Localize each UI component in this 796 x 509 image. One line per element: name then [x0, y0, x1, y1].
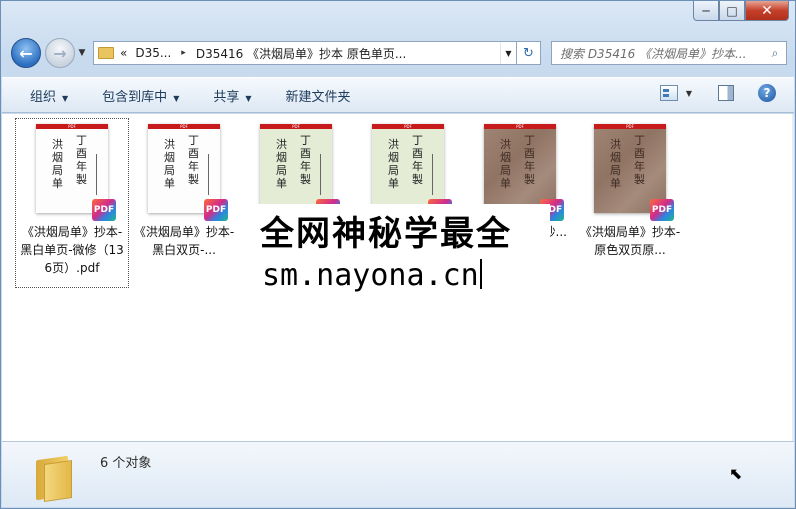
watermark-overlay: 全网神秘学最全 sm.nayona.cn: [250, 204, 550, 304]
pdf-header-bar: PDF: [484, 124, 556, 129]
thumbnail-title-text: 洪烟局单: [276, 138, 287, 190]
include-library-label: 包含到库中: [102, 89, 168, 105]
pdf-header-bar: PDF: [36, 124, 108, 129]
pdf-icon: PDF: [204, 199, 228, 221]
scrollbar-track[interactable]: [792, 114, 794, 441]
file-item[interactable]: PDF 洪烟局单 丁酉年製 PDF 《洪烟局单》抄本-原色双页原...: [574, 119, 686, 287]
breadcrumb-overflow[interactable]: «: [120, 46, 127, 60]
file-name[interactable]: 《洪烟局单》抄本-原色双页原...: [575, 223, 685, 259]
maximize-button[interactable]: □: [719, 1, 745, 21]
thumbnail-subtitle-text: 丁酉年製: [76, 134, 87, 186]
caret-down-icon: ▼: [245, 93, 252, 103]
address-dropdown[interactable]: ▼: [500, 42, 516, 64]
thumbnail-line: [96, 154, 97, 195]
pdf-icon: PDF: [650, 199, 674, 221]
share-label: 共享: [213, 89, 240, 105]
back-button[interactable]: ←: [11, 38, 41, 68]
thumbnail-subtitle-text: 丁酉年製: [188, 134, 199, 186]
thumbnail-line: [432, 154, 433, 195]
thumbnail-line: [320, 154, 321, 195]
thumbnail-title-text: 洪烟局单: [388, 138, 399, 190]
organize-label: 组织: [30, 89, 57, 105]
pdf-header-bar: PDF: [260, 124, 332, 129]
thumbnail-title-text: 洪烟局单: [500, 138, 511, 190]
minimize-button[interactable]: ─: [693, 1, 719, 21]
file-item[interactable]: PDF 洪烟局单 丁酉年製 PDF 《洪烟局单》抄本-黑白单页-微修（136页）…: [15, 118, 129, 288]
command-toolbar: 组织 ▼ 包含到库中 ▼ 共享 ▼ 新建文件夹 ▼ ?: [2, 77, 794, 113]
file-item[interactable]: PDF 洪烟局单 丁酉年製 PDF 《洪烟局单》抄本-黑白双页-...: [128, 119, 240, 287]
navigation-bar: ← → ▼ « D35... ▸ D35416 《洪烟局单》抄本 原色单页...…: [11, 37, 787, 69]
explorer-window: ─ □ ✕ ← → ▼ « D35... ▸ D35416 《洪烟局单》抄本 原…: [0, 0, 796, 509]
watermark-title: 全网神秘学最全: [260, 214, 512, 254]
text-cursor: [479, 259, 482, 289]
item-count: 6 个对象: [100, 456, 152, 471]
caret-down-icon: ▼: [62, 93, 69, 103]
file-name[interactable]: 《洪烟局单》抄本-黑白双页-...: [129, 223, 239, 259]
organize-menu[interactable]: 组织 ▼: [30, 86, 68, 105]
mouse-pointer-icon: ⬉: [729, 464, 743, 483]
pdf-header-bar: PDF: [594, 124, 666, 129]
watermark-url-text: sm.nayona.cn: [262, 258, 479, 293]
arrow-right-icon: →: [53, 43, 67, 63]
pdf-header-bar: PDF: [148, 124, 220, 129]
file-thumbnail: PDF 洪烟局单 丁酉年製 PDF: [594, 119, 674, 221]
folder-icon: [98, 47, 114, 59]
folder-icon: [36, 454, 76, 502]
help-icon[interactable]: ?: [758, 84, 776, 102]
file-thumbnail: PDF 洪烟局单 丁酉年製 PDF: [148, 119, 228, 221]
watermark-url: sm.nayona.cn: [262, 258, 482, 293]
thumbnail-subtitle-text: 丁酉年製: [634, 134, 645, 186]
refresh-icon: ↻: [523, 45, 534, 61]
chevron-right-icon[interactable]: ▸: [181, 48, 186, 58]
caret-down-icon: ▼: [173, 93, 180, 103]
thumbnail-title-text: 洪烟局单: [610, 138, 621, 190]
forward-button[interactable]: →: [45, 38, 75, 68]
search-icon[interactable]: ⌕: [764, 46, 786, 61]
history-dropdown[interactable]: ▼: [75, 48, 89, 58]
close-button[interactable]: ✕: [745, 1, 789, 21]
pdf-icon: PDF: [92, 199, 116, 221]
file-thumbnail: PDF 洪烟局单 丁酉年製 PDF: [260, 119, 340, 221]
thumbnail-subtitle-text: 丁酉年製: [524, 134, 535, 186]
include-in-library-menu[interactable]: 包含到库中 ▼: [102, 86, 179, 105]
arrow-left-icon: ←: [19, 43, 33, 63]
file-name[interactable]: 《洪烟局单》抄本-黑白单页-微修（136页）.pdf: [17, 223, 127, 277]
address-bar[interactable]: « D35... ▸ D35416 《洪烟局单》抄本 原色单页... ▼: [93, 41, 517, 65]
search-input[interactable]: 搜索 D35416 《洪烟局单》抄本... ⌕: [551, 41, 787, 65]
pdf-header-bar: PDF: [372, 124, 444, 129]
thumbnail-line: [208, 154, 209, 195]
preview-pane-icon[interactable]: [718, 85, 734, 101]
thumbnail-title-text: 洪烟局单: [52, 138, 63, 190]
view-options-dropdown[interactable]: ▼: [686, 89, 692, 98]
breadcrumb-item-current[interactable]: D35416 《洪烟局单》抄本 原色单页...: [196, 45, 407, 62]
new-folder-button[interactable]: 新建文件夹: [286, 86, 351, 105]
file-thumbnail: PDF 洪烟局单 丁酉年製 PDF: [484, 119, 564, 221]
change-view-icon[interactable]: [659, 85, 678, 101]
search-placeholder: 搜索 D35416 《洪烟局单》抄本...: [560, 46, 747, 61]
thumbnail-title-text: 洪烟局单: [164, 138, 175, 190]
view-controls: ▼ ?: [659, 84, 776, 102]
thumbnail-subtitle-text: 丁酉年製: [412, 134, 423, 186]
breadcrumb-item-parent[interactable]: D35...: [135, 46, 171, 60]
caption-buttons: ─ □ ✕: [693, 1, 789, 23]
file-thumbnail: PDF 洪烟局单 丁酉年製 PDF: [36, 119, 116, 221]
thumbnail-subtitle-text: 丁酉年製: [300, 134, 311, 186]
file-thumbnail: PDF 洪烟局单 丁酉年製 PDF: [372, 119, 452, 221]
refresh-button[interactable]: ↻: [517, 41, 541, 65]
share-menu[interactable]: 共享 ▼: [213, 86, 251, 105]
details-pane: 6 个对象: [2, 441, 794, 507]
